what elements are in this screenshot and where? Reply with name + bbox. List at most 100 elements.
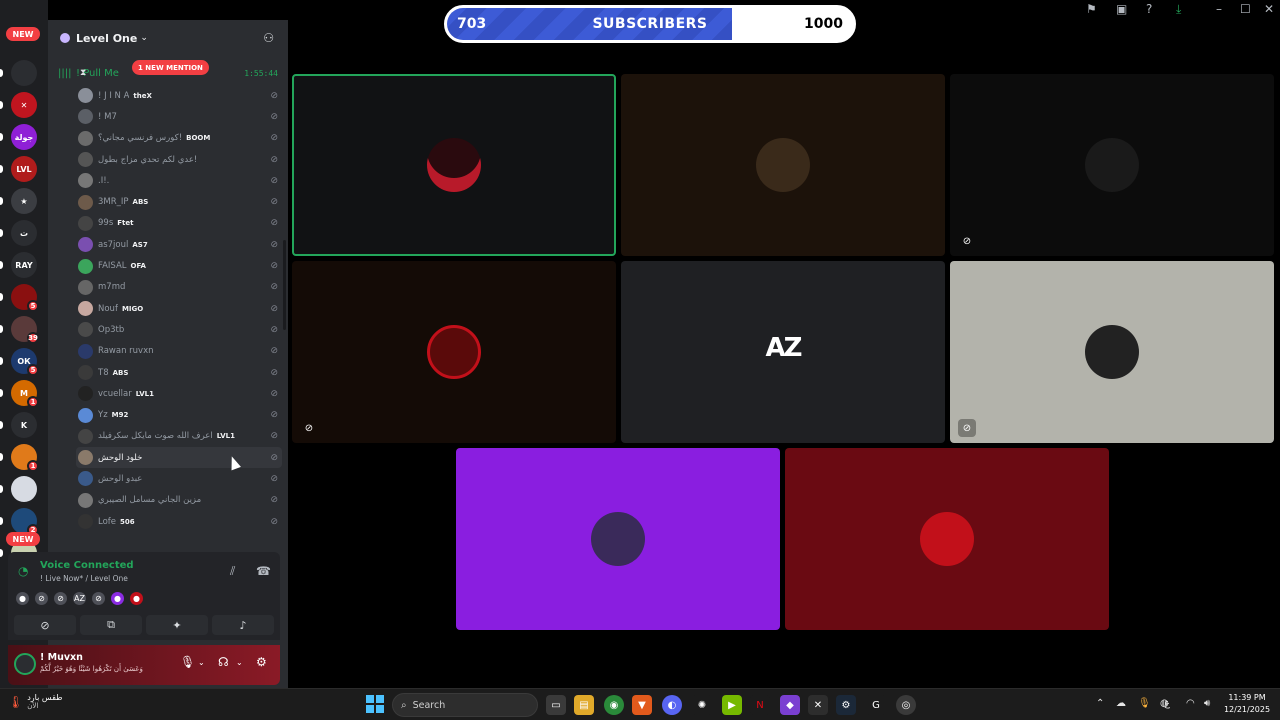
brave-icon[interactable]: ▼ (632, 695, 652, 715)
download-icon[interactable]: ⤓ (1176, 2, 1181, 17)
new-servers-pill-top[interactable]: NEW (6, 27, 40, 41)
xbox-icon[interactable]: ✕ (808, 695, 828, 715)
volume-icon[interactable]: 🔊︎ (1204, 698, 1210, 709)
activities-button[interactable]: ✦ (146, 615, 208, 635)
voice-member[interactable]: Op3tb ⊘ (76, 319, 282, 340)
voice-member[interactable]: vcuellar LVL1 ⊘ (76, 383, 282, 404)
tile-silhouette[interactable]: ⊘ (950, 74, 1274, 256)
nvidia-icon[interactable]: ▶ (722, 695, 742, 715)
voice-member[interactable]: اعرف الله صوت مايكل سكرفيلد LVL1 ⊘ (76, 426, 282, 447)
member-avatar (78, 194, 93, 210)
voice-member[interactable]: Yz M92 ⊘ (76, 404, 282, 425)
voice-status[interactable]: Voice Connected (40, 560, 134, 571)
voice-member[interactable]: as7joul AS7 ⊘ (76, 234, 282, 255)
inbox-icon[interactable]: ▣ (1116, 2, 1127, 16)
mic-options-chevron-icon[interactable]: ⌄ (198, 658, 205, 667)
microphone-icon[interactable]: 🎙︎ (180, 655, 195, 669)
voice-participant-avatar[interactable]: ⊘ (35, 592, 48, 605)
voice-participant-avatar[interactable]: ● (111, 592, 124, 605)
signal-icon[interactable]: ◔ (18, 564, 28, 578)
voice-member[interactable]: ! M7 ⊘ (76, 106, 282, 127)
tile-batman[interactable] (292, 74, 616, 256)
server-icon[interactable]: ت (11, 220, 37, 246)
tray-mic-icon[interactable]: 🎙︎ (1138, 698, 1151, 709)
subscriber-goal-bar: 703 SUBSCRIBERS 1000 (444, 5, 856, 43)
voice-member[interactable]: كورس فرنسي مجاني؟! BOOM ⊘ (76, 128, 282, 149)
minimize-icon[interactable]: – (1216, 2, 1222, 16)
weather-widget[interactable]: 🌡︎ طقس بارد الآن (8, 693, 62, 710)
maximize-icon[interactable]: ☐ (1240, 2, 1251, 16)
voice-member[interactable]: ! J I N AtheX ⊘ (76, 85, 282, 106)
voice-member[interactable]: Lofe 506 ⊘ (76, 511, 282, 532)
headphones-icon[interactable]: ☊ (218, 655, 229, 669)
start-button[interactable] (366, 695, 384, 713)
user-name[interactable]: ! Muvxn (40, 652, 83, 663)
task-view-icon[interactable]: ▭ (546, 695, 566, 715)
close-icon[interactable]: ✕ (1264, 2, 1274, 16)
new-mention-pill[interactable]: 1 NEW MENTION (132, 60, 209, 75)
server-icon[interactable]: ★ (11, 188, 37, 214)
tile-az-logo[interactable]: AZ (621, 261, 945, 443)
voice-participant-avatar[interactable]: ● (130, 592, 143, 605)
voice-member[interactable]: m7md ⊘ (76, 277, 282, 298)
voice-member[interactable]: 3MR_IP ABS ⊘ (76, 191, 282, 212)
steam-icon[interactable]: ⚙ (836, 695, 856, 715)
voice-member[interactable]: .I!. ⊘ (76, 170, 282, 191)
disconnect-icon[interactable]: ☎ (256, 564, 271, 578)
add-member-icon[interactable]: ⚇ (263, 31, 274, 45)
flag-icon[interactable]: ⚑ (1086, 2, 1097, 16)
tile-man-dark[interactable] (621, 74, 945, 256)
chrome-icon[interactable]: ◉ (604, 695, 624, 715)
voice-member[interactable]: 99s Ftet ⊘ (76, 213, 282, 234)
tile-red-ring[interactable]: ⊘ (292, 261, 616, 443)
language-indicator[interactable]: ع (1164, 698, 1170, 709)
settings-gear-icon[interactable]: ⚙ (256, 655, 267, 669)
visual-studio-icon[interactable]: ◆ (780, 695, 800, 715)
voice-participant-avatar[interactable]: AZ (73, 592, 86, 605)
new-servers-pill-bottom[interactable]: NEW (6, 532, 40, 546)
sidebar-scrollbar[interactable] (283, 240, 286, 330)
openai-icon[interactable]: ✺ (692, 695, 712, 715)
voice-member[interactable]: مزين الجاني مسامل الصيبري ⊘ (76, 490, 282, 511)
noise-suppression-icon[interactable]: ⫽ (230, 564, 235, 579)
server-icon[interactable]: LVL (11, 156, 37, 182)
wifi-icon[interactable]: ◠ (1186, 698, 1195, 709)
netflix-icon[interactable]: N (750, 695, 770, 715)
camera-off-button[interactable]: ⊘ (14, 615, 76, 635)
member-avatar (78, 301, 93, 317)
voice-member[interactable]: T8 ABS ⊘ (76, 362, 282, 383)
voice-participant-avatar[interactable]: ● (16, 592, 29, 605)
tray-network-icon[interactable]: ☁ (1116, 698, 1126, 709)
voice-member[interactable]: FAISAL OFA ⊘ (76, 255, 282, 276)
screen-share-button[interactable]: ⧉ (80, 615, 142, 635)
server-icon[interactable]: RAY (11, 252, 37, 278)
guild-header[interactable]: Level One ⌄ ⚇ (48, 20, 288, 56)
epic-icon[interactable]: G (866, 695, 886, 715)
headphone-options-chevron-icon[interactable]: ⌄ (236, 658, 243, 667)
voice-member[interactable]: عبدو الوحش ⊘ (76, 468, 282, 489)
system-clock[interactable]: 11:39 PM 12/21/2025 (1222, 692, 1272, 716)
voice-participant-avatar[interactable]: ⊘ (92, 592, 105, 605)
obs-icon[interactable]: ◎ (896, 695, 916, 715)
user-avatar[interactable] (14, 653, 36, 675)
voice-member[interactable]: خلود الوحش ⊘ (76, 447, 282, 469)
file-explorer-icon[interactable]: ▤ (574, 695, 594, 715)
tile-purple[interactable] (456, 448, 780, 630)
voice-participant-avatar[interactable]: ⊘ (54, 592, 67, 605)
soundboard-button[interactable]: ♪ (212, 615, 274, 635)
voice-member[interactable]: عدي لكم تحدي مزاج بطول! ⊘ (76, 149, 282, 170)
voice-member[interactable]: Rawan ruvxn ⊘ (76, 341, 282, 362)
server-icon[interactable]: ✕ (11, 92, 37, 118)
help-icon[interactable]: ? (1146, 2, 1152, 16)
server-icon[interactable]: K (11, 412, 37, 438)
voice-channel-path[interactable]: ! Live Now* / Level One (40, 574, 128, 583)
taskbar-search[interactable]: ⌕ Search (392, 693, 538, 717)
tray-overflow-icon[interactable]: ⌃ (1096, 698, 1104, 709)
server-icon[interactable]: جولة (11, 124, 37, 150)
tile-red[interactable] (785, 448, 1109, 630)
voice-member[interactable]: Nouf MIGO ⊘ (76, 298, 282, 319)
server-icon[interactable] (11, 60, 37, 86)
server-icon[interactable] (11, 476, 37, 502)
tile-astronaut[interactable]: ⊘ (950, 261, 1274, 443)
discord-icon[interactable]: ◐ (662, 695, 682, 715)
